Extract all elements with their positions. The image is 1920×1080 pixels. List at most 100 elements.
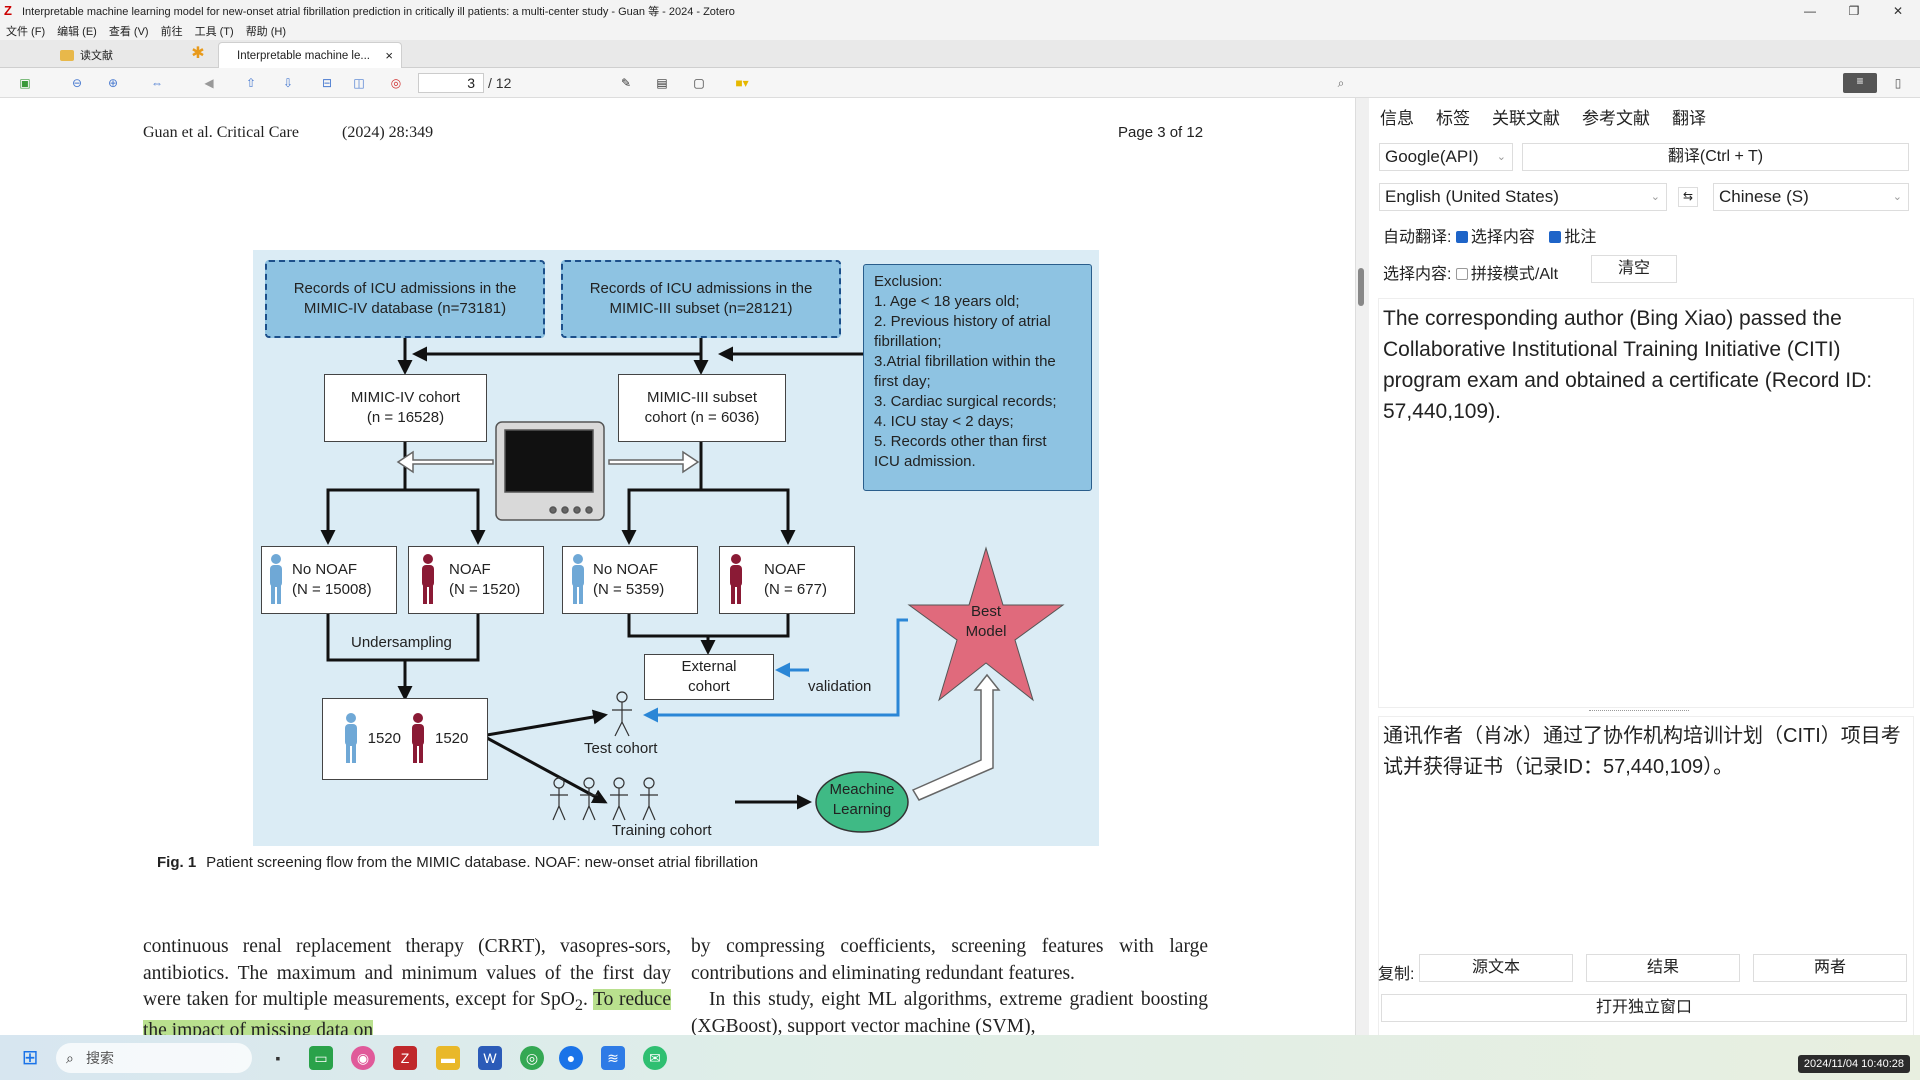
exclusion-line: Exclusion: <box>874 273 943 290</box>
copy-both-button[interactable]: 两者 <box>1753 954 1907 982</box>
target-language-select[interactable]: Chinese (S) ⌄ <box>1713 183 1909 211</box>
zoom-in-icon[interactable]: ⊕ <box>104 75 122 91</box>
mimic4-records-box: Records of ICU admissions in the MIMIC-I… <box>265 260 545 338</box>
restore-button[interactable]: ❐ <box>1832 4 1876 18</box>
area-select-icon[interactable]: ▢ <box>690 75 708 91</box>
app-monitor-icon[interactable]: ▭ <box>309 1046 333 1070</box>
person-red-icon <box>412 713 424 763</box>
close-tab-icon[interactable]: × <box>385 48 393 63</box>
body-text: In this study, eight ML algorithms, extr… <box>691 989 1208 1035</box>
close-window-button[interactable]: ✕ <box>1876 4 1920 18</box>
concat-mode-label: 拼接模式/Alt <box>1470 266 1559 283</box>
highlight-pen-icon[interactable]: ✎ <box>617 75 635 91</box>
concat-mode-checkbox[interactable] <box>1455 268 1468 280</box>
windows-start-icon[interactable]: ⊞ <box>18 1046 42 1070</box>
resize-handle[interactable] <box>1589 710 1689 712</box>
target-icon[interactable]: ◎ <box>387 75 405 91</box>
page-number-input[interactable]: 3 <box>418 73 484 93</box>
item-pane-icon[interactable]: ≡ <box>1843 73 1877 93</box>
tab-library-label: 读文献 <box>80 50 113 62</box>
back-icon[interactable]: ◀ <box>200 75 218 91</box>
engine-select[interactable]: Google(API) ⌄ <box>1379 143 1513 171</box>
exclusion-line: 3.Atrial fibrillation within the <box>874 353 1056 370</box>
header-page: Page 3 of 12 <box>1118 124 1204 141</box>
swap-language-icon[interactable]: ⇆ <box>1678 187 1698 207</box>
toggle-sidebar-icon[interactable]: ▣ <box>16 75 34 91</box>
body-column-left[interactable]: continuous renal replacement therapy (CR… <box>143 934 671 1035</box>
validation-label: validation <box>808 678 872 695</box>
viewer-scrollbar[interactable] <box>1355 98 1369 1035</box>
pdf-viewer[interactable]: Guan et al. Critical Care (2024) 28:349 … <box>0 98 1355 1035</box>
mimic4-records-line2: MIMIC-IV database (n=73181) <box>303 300 507 317</box>
right-tabs: 信息 标签 关联文献 参考文献 翻译 <box>1369 98 1920 134</box>
source-language-select[interactable]: English (United States) ⌄ <box>1379 183 1667 211</box>
split-vertical-icon[interactable]: ◫ <box>350 75 368 91</box>
auto-annotation-label: 批注 <box>1564 229 1597 246</box>
tab-library[interactable]: 读文献 <box>60 44 190 66</box>
wechat-icon[interactable]: ✉ <box>643 1046 667 1070</box>
file-explorer-icon[interactable]: ▬ <box>436 1046 460 1070</box>
copy-result-button[interactable]: 结果 <box>1586 954 1740 982</box>
exclusion-line: first day; <box>874 373 931 390</box>
noaf-iv-line1: NOAF <box>449 561 491 578</box>
menu-file[interactable]: 文件 (F) <box>6 23 45 39</box>
search-icon[interactable]: ⌕ <box>1332 75 1350 91</box>
clear-button[interactable]: 清空 <box>1591 255 1677 283</box>
split-horizontal-icon[interactable]: ⊟ <box>318 75 336 91</box>
prev-page-icon[interactable]: ⇧ <box>242 75 260 91</box>
tab-tags[interactable]: 标签 <box>1436 104 1470 129</box>
header-year: (2024) 28:349 <box>342 124 434 141</box>
external-cohort-line2: cohort <box>688 678 730 695</box>
zotero-taskbar-icon[interactable]: Z <box>393 1046 417 1070</box>
menu-tools[interactable]: 工具 (T) <box>195 23 234 39</box>
app-blue-icon[interactable]: ● <box>559 1046 583 1070</box>
word-icon[interactable]: W <box>478 1046 502 1070</box>
auto-annotation-checkbox[interactable] <box>1549 231 1562 243</box>
zoom-out-icon[interactable]: ⊖ <box>68 75 86 91</box>
app-browser-icon[interactable]: ◉ <box>351 1046 375 1070</box>
spark-icon[interactable]: ✱ <box>188 45 208 63</box>
exclusion-line: ICU admission. <box>874 453 976 470</box>
tab-references[interactable]: 参考文献 <box>1582 104 1650 129</box>
auto-selection-checkbox[interactable] <box>1455 231 1468 243</box>
next-page-icon[interactable]: ⇩ <box>279 75 297 91</box>
scrollbar-thumb[interactable] <box>1358 268 1364 306</box>
taskbar-search[interactable]: ⌕ 搜索 <box>56 1043 252 1073</box>
menu-edit[interactable]: 编辑 (E) <box>57 23 97 39</box>
chrome-icon[interactable]: ◎ <box>520 1046 544 1070</box>
mimic3-records-box: Records of ICU admissions in the MIMIC-I… <box>561 260 841 338</box>
notes-pane-icon[interactable]: ▯ <box>1889 75 1907 91</box>
right-toolbar: ≡ ▯ <box>1365 68 1920 98</box>
tab-reader[interactable]: Interpretable machine le... × <box>218 42 402 68</box>
chevron-down-icon: ⌄ <box>1650 191 1660 203</box>
clock: 2024/11/04 10:40:28 <box>1797 1055 1910 1073</box>
tab-related[interactable]: 关联文献 <box>1492 104 1560 129</box>
body-column-right[interactable]: by compressing coefficients, screening f… <box>691 934 1208 1035</box>
taskbar: ⊞ ⌕ 搜索 ▪ ▭ ◉ Z ▬ W ◎ ● ≋ ✉ 2024/11/04 10:… <box>0 1035 1920 1080</box>
source-text-area[interactable]: The corresponding author (Bing Xiao) pas… <box>1378 298 1914 708</box>
fit-width-icon[interactable]: ⇔ <box>148 75 166 91</box>
mimic3-records-line1: Records of ICU admissions in the <box>589 280 813 297</box>
open-window-button[interactable]: 打开独立窗口 <box>1381 994 1907 1022</box>
minimize-button[interactable]: — <box>1788 4 1832 18</box>
menu-help[interactable]: 帮助 (H) <box>246 23 286 39</box>
tab-translate[interactable]: 翻译 <box>1672 104 1706 129</box>
mimic4-records-line1: Records of ICU admissions in the <box>293 280 517 297</box>
balanced-no-noaf-count: 1520 <box>367 730 401 747</box>
tab-info[interactable]: 信息 <box>1380 104 1414 129</box>
mimic3-records-line2: MIMIC-III subset (n=28121) <box>609 300 793 317</box>
color-picker-icon[interactable]: ■▾ <box>728 75 756 91</box>
copy-source-button[interactable]: 源文本 <box>1419 954 1573 982</box>
menu-view[interactable]: 查看 (V) <box>109 23 149 39</box>
search-icon: ⌕ <box>66 1050 74 1066</box>
translate-button[interactable]: 翻译(Ctrl + T) <box>1522 143 1909 171</box>
note-icon[interactable]: ▤ <box>653 75 671 91</box>
result-text-area[interactable]: 通讯作者（肖冰）通过了协作机构培训计划（CITI）项目考试并获得证书（记录ID：… <box>1378 716 1914 1038</box>
app-chart-icon[interactable]: ≋ <box>601 1046 625 1070</box>
external-cohort-line1: External <box>681 658 737 675</box>
menu-go[interactable]: 前往 <box>161 23 183 39</box>
menu-bar: 文件 (F) 编辑 (E) 查看 (V) 前往 工具 (T) 帮助 (H) <box>0 22 1920 40</box>
auto-translate-label: 自动翻译: <box>1383 229 1452 246</box>
task-view-icon[interactable]: ▪ <box>266 1046 290 1070</box>
exclusion-line: 5. Records other than first <box>874 433 1047 450</box>
